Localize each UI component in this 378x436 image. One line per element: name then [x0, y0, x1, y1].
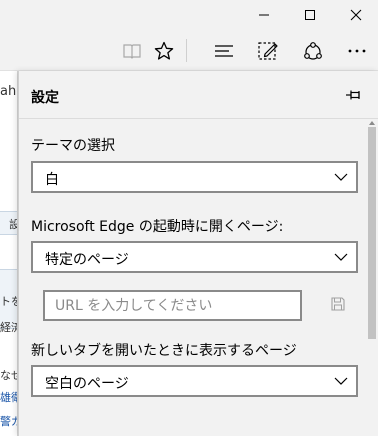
web-page-content: ahc 設 トを 経済 なせ 雄衛 警ガ — [0, 71, 18, 436]
new-tab-select[interactable]: 空白のページ — [31, 365, 358, 397]
favorites-star-icon — [154, 41, 174, 60]
startup-label: Microsoft Edge の起動時に開くページ: — [31, 219, 284, 235]
maximize-icon — [305, 10, 315, 20]
minimize-button[interactable] — [241, 0, 287, 30]
page-text: なせ — [0, 369, 17, 382]
save-url-button[interactable] — [329, 295, 347, 313]
page-text: 設 — [9, 216, 17, 232]
scroll-thumb[interactable] — [368, 127, 376, 339]
settings-panel: 設定 テーマの選択 白 Microsoft Edge の起動時に開くページ: 特… — [18, 71, 378, 436]
close-icon — [350, 9, 362, 21]
url-input-box — [43, 290, 302, 321]
toolbar-separator — [186, 39, 187, 62]
browser-toolbar — [0, 30, 378, 71]
startup-value: 特定のページ — [45, 252, 129, 268]
chevron-down-icon — [334, 173, 348, 181]
page-link[interactable]: 警ガ — [0, 413, 17, 429]
chevron-down-icon — [334, 253, 348, 261]
settings-scrollbar[interactable] — [366, 119, 378, 436]
maximize-button[interactable] — [287, 0, 333, 30]
pin-icon — [346, 90, 360, 100]
new-tab-label: 新しいタブを開いたときに表示するページ — [31, 343, 297, 359]
minimize-icon — [259, 14, 269, 16]
share-button[interactable] — [297, 30, 329, 71]
startup-select[interactable]: 特定のページ — [31, 241, 358, 273]
favorites-button[interactable] — [148, 30, 180, 71]
save-icon — [331, 297, 345, 311]
hub-button[interactable] — [208, 30, 240, 71]
more-button[interactable] — [341, 30, 373, 71]
close-button[interactable] — [333, 0, 378, 30]
theme-value: 白 — [45, 172, 59, 188]
web-note-icon — [258, 41, 278, 60]
settings-title: 設定 — [31, 90, 59, 106]
theme-label: テーマの選択 — [31, 138, 115, 154]
scroll-up-arrow-icon[interactable] — [368, 119, 376, 127]
page-link[interactable]: 雄衛 — [0, 389, 17, 405]
chevron-down-icon — [334, 377, 348, 385]
settings-header: 設定 — [19, 71, 378, 119]
page-text: トを — [0, 295, 17, 308]
page-text: ahc — [0, 84, 17, 99]
share-icon — [304, 41, 322, 60]
hub-icon — [215, 44, 233, 57]
url-input[interactable] — [45, 292, 300, 319]
theme-select[interactable]: 白 — [31, 161, 358, 193]
more-icon — [348, 49, 366, 52]
new-tab-value: 空白のページ — [45, 376, 129, 392]
title-bar — [0, 0, 378, 30]
page-text: 経済 — [0, 321, 17, 334]
reading-view-icon — [123, 43, 141, 59]
pin-button[interactable] — [344, 85, 364, 105]
reading-view-button[interactable] — [116, 30, 148, 71]
web-note-button[interactable] — [252, 30, 284, 71]
